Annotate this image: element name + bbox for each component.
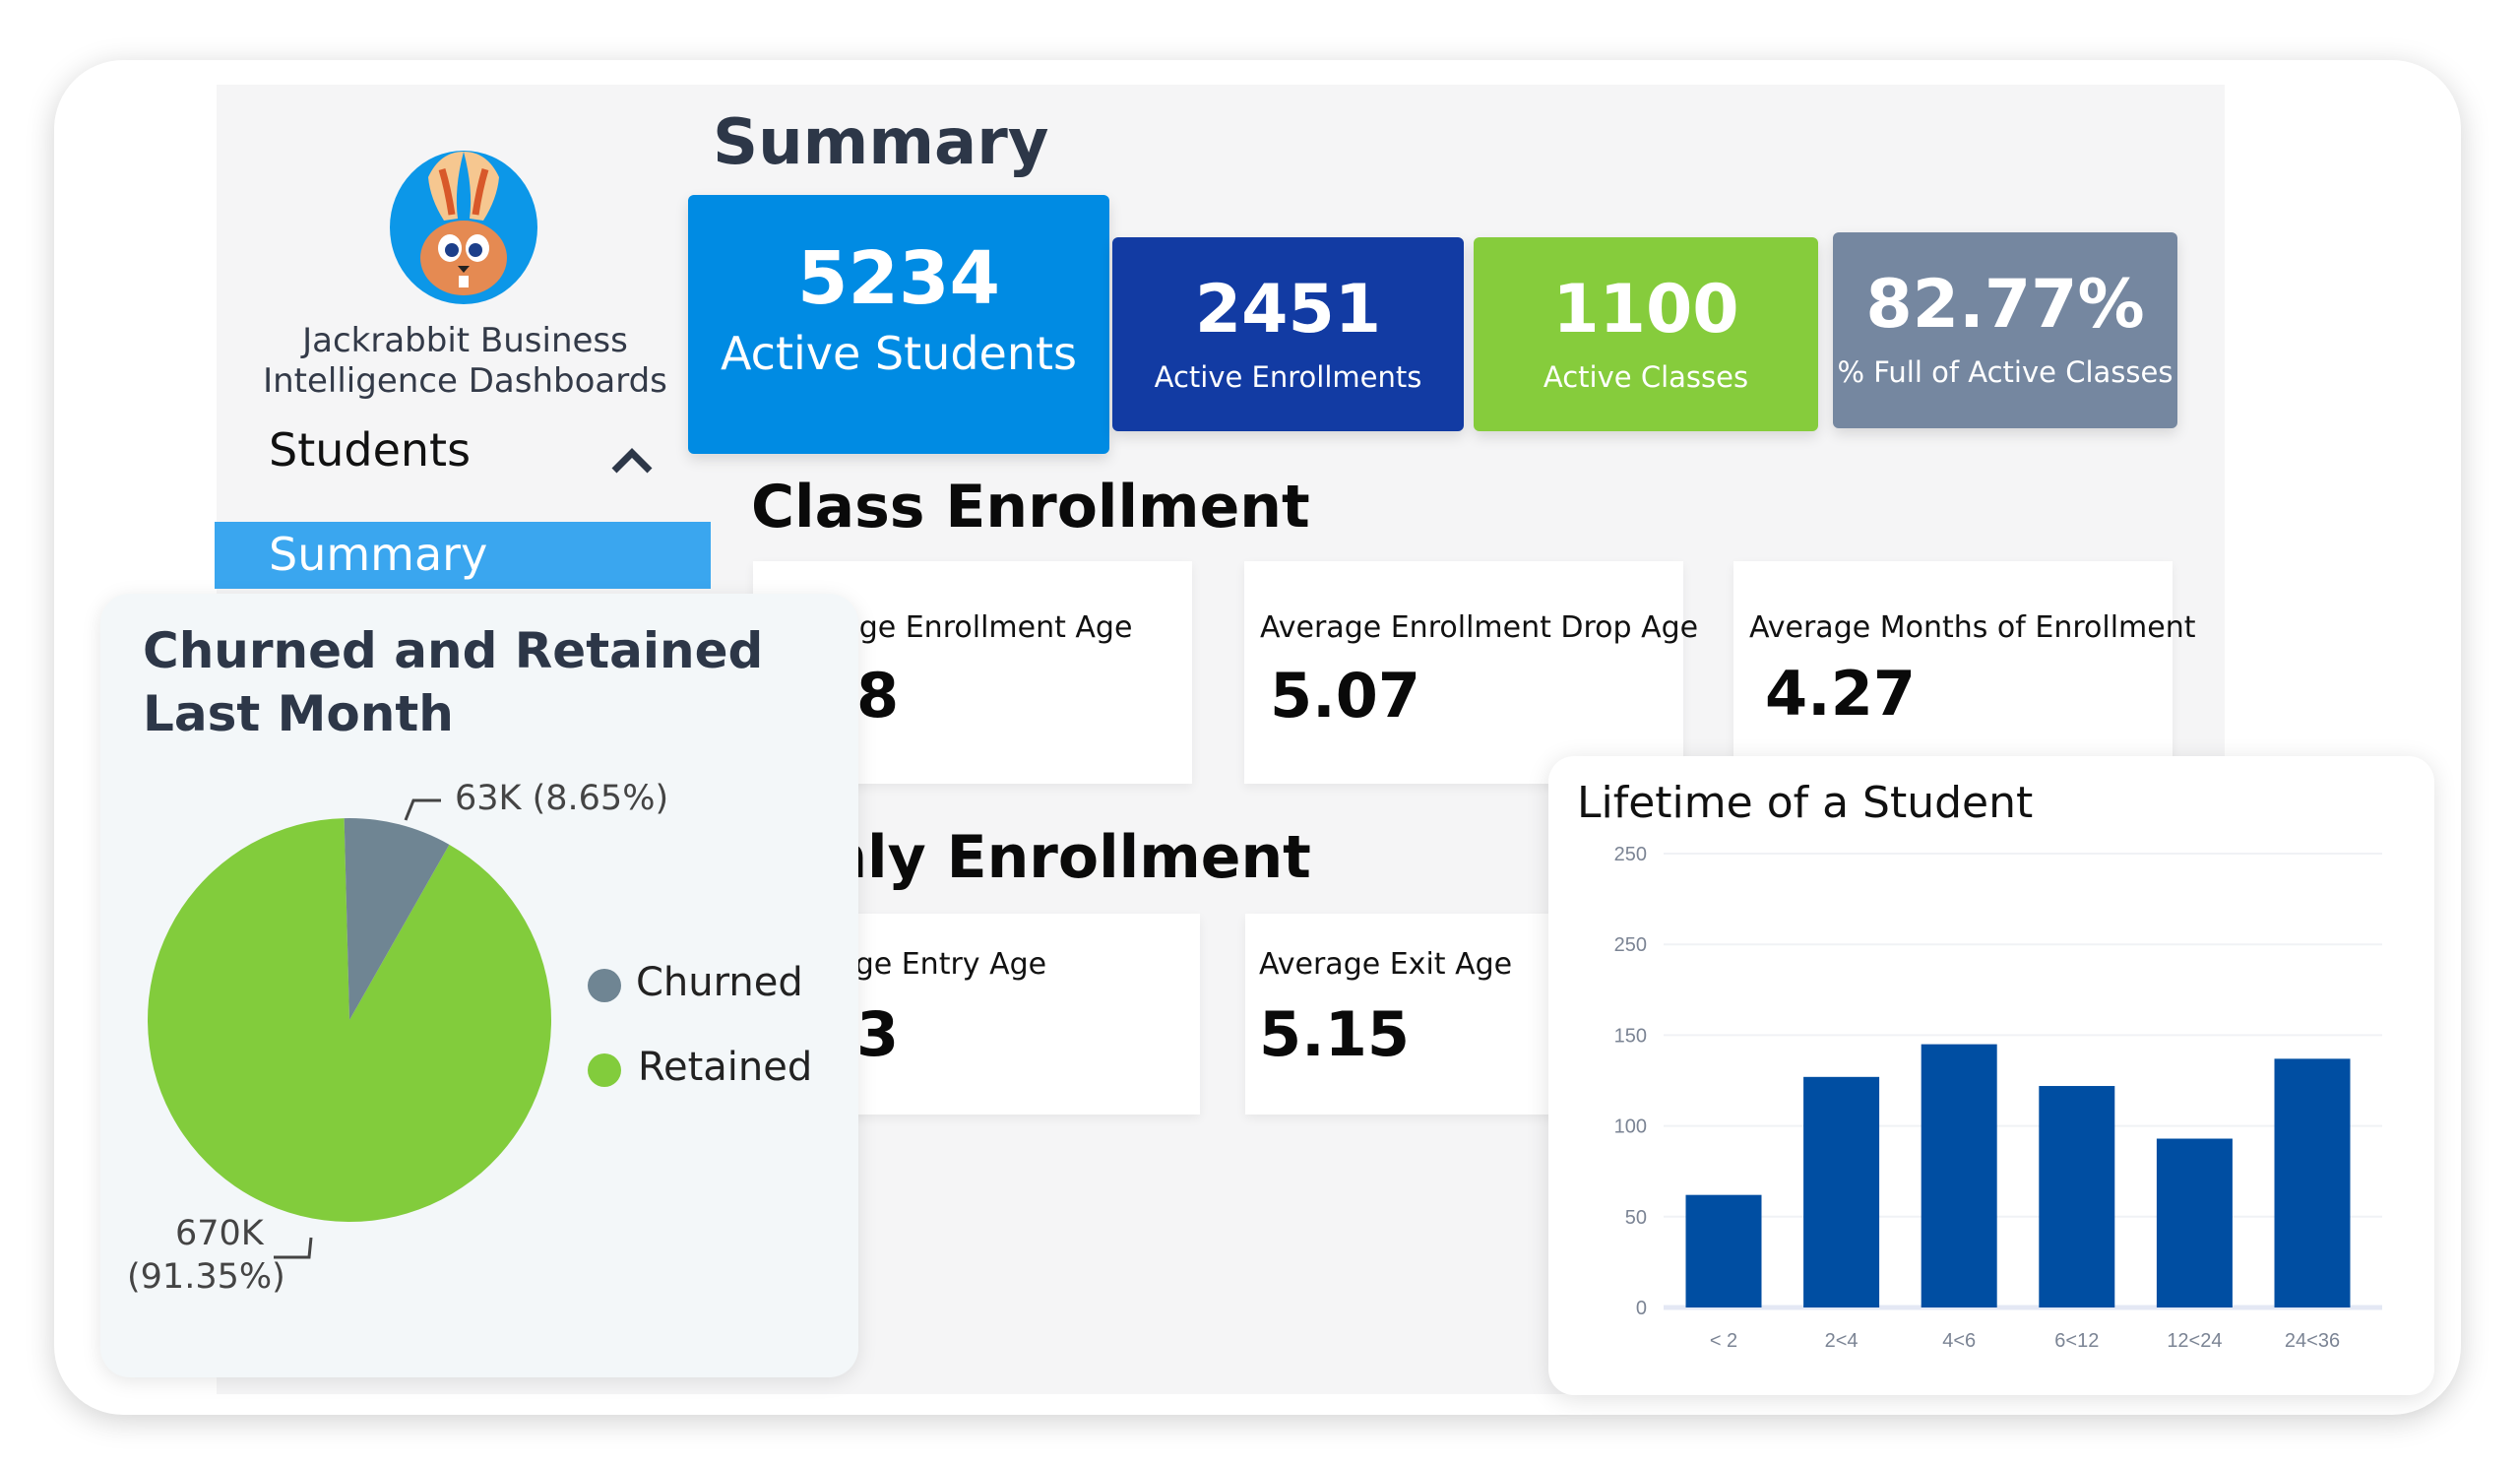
brand-name-line1: Jackrabbit Business [302,321,628,360]
sidebar-item-summary[interactable]: Summary [215,522,711,589]
kpi-value: 82.77% [1865,266,2145,344]
y-tick-label: 0 [1636,1298,1647,1319]
kpi-value: 5234 [797,236,1000,321]
stat-card-months-enrollment: Average Months of Enrollment 4.27 [1733,561,2196,784]
kpi-percent-full: 82.77% % Full of Active Classes [1833,232,2177,428]
stat-value: 4.27 [1765,658,1916,730]
churned-retained-card: Churned and Retained Last Month 63K (8.6… [100,594,858,1377]
nav-section-students[interactable]: Students [269,423,471,477]
legend-churned: Churned [636,960,803,1005]
retained-data-label-value: 670K [175,1214,264,1253]
y-tick-label: 150 [1614,1025,1647,1047]
x-tick-label: < 2 [1710,1330,1737,1352]
y-tick-label: 250 [1614,934,1647,956]
kpi-label: Active Enrollments [1154,360,1422,394]
kpi-label: % Full of Active Classes [1837,355,2174,389]
bar-2[interactable] [1685,1194,1762,1307]
churned-leader-line [404,798,441,821]
x-tick-label: 4<6 [1942,1330,1976,1352]
bar-24-36[interactable] [2274,1058,2351,1307]
legend-swatch-churned [588,969,621,1002]
legend-retained: Retained [638,1045,813,1090]
stat-label: Average Enrollment Drop Age [1260,610,1699,645]
stat-value: 5.15 [1259,998,1410,1070]
x-tick-label: 24<36 [2285,1330,2340,1352]
lifetime-of-student-card: Lifetime of a Student 0 50 100 150 250 250 < 2… [1548,756,2434,1395]
page-title: Summary [713,106,1049,179]
kpi-value: 1100 [1552,271,1739,349]
bar-chart: 0 50 100 150 250 250 < 2 2<4 4<6 6<12 12<24 24<36 [1614,844,2382,1352]
stat-value: 8 [856,660,900,732]
jackrabbit-logo-icon [390,151,537,304]
churned-data-label: 63K (8.65%) [455,779,669,818]
y-tick-label: 100 [1614,1116,1647,1138]
brand-name-line2: Intelligence Dashboards [263,361,667,401]
bar-6-12[interactable] [2039,1086,2115,1307]
x-tick-label: 6<12 [2054,1330,2099,1352]
kpi-active-classes: 1100 Active Classes [1474,237,1818,431]
stat-label: Average Months of Enrollment [1749,610,2196,645]
stat-value: 3 [856,998,900,1070]
x-tick-label: 12<24 [2167,1330,2222,1352]
bar-12-24[interactable] [2156,1138,2233,1307]
x-tick-label: 2<4 [1825,1330,1858,1352]
bar-4-6[interactable] [1921,1044,1997,1307]
stat-label: Average Exit Age [1259,947,1513,982]
kpi-value: 2451 [1194,271,1382,349]
stat-card-drop-age: Average Enrollment Drop Age 5.07 [1244,561,1698,784]
retained-leader-line [274,1237,313,1259]
y-tick-label: 50 [1625,1207,1647,1229]
kpi-active-enrollments: 2451 Active Enrollments [1112,237,1464,431]
kpi-label: Active Classes [1543,360,1749,394]
kpi-label: Active Students [721,327,1077,380]
bar-2-4[interactable] [1803,1076,1880,1307]
retained-data-label-percent: (91.35%) [127,1257,285,1297]
class-enrollment-heading: Class Enrollment [751,473,1310,542]
kpi-active-students: 5234 Active Students [688,195,1109,454]
stat-value: 5.07 [1270,660,1420,732]
chevron-up-icon[interactable] [610,445,654,475]
y-tick-label: 250 [1614,844,1647,865]
legend-swatch-retained [588,1053,621,1087]
sidebar-item-label: Summary [269,528,488,581]
